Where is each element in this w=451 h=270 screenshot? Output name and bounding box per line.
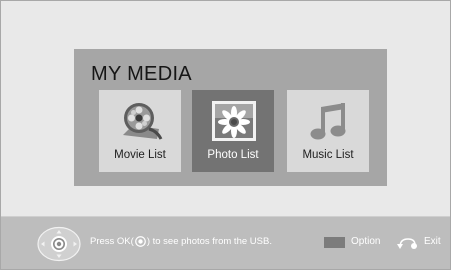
- bottom-help-bar: Press OK( ) to see photos from the USB. …: [1, 216, 450, 269]
- my-media-screen: MY MEDIA Movie List Photo List Music Lis…: [0, 0, 451, 270]
- film-reel-icon: [119, 99, 163, 143]
- exit-label[interactable]: Exit: [424, 236, 441, 247]
- page-title: MY MEDIA: [91, 63, 192, 85]
- option-label[interactable]: Option: [351, 236, 380, 247]
- photo-list-tile[interactable]: Photo List: [192, 90, 274, 172]
- remote-navigation-icon: [37, 226, 81, 262]
- help-hint: Press OK( ) to see photos from the USB.: [90, 236, 272, 247]
- hint-text-before: Press OK(: [90, 236, 134, 247]
- exit-return-icon[interactable]: [397, 233, 419, 251]
- music-list-label: Music List: [302, 149, 354, 161]
- ok-button-icon: [134, 236, 146, 247]
- photo-list-label: Photo List: [207, 149, 259, 161]
- music-list-tile[interactable]: Music List: [287, 90, 369, 172]
- option-key-icon[interactable]: [324, 237, 345, 248]
- my-media-panel: MY MEDIA Movie List Photo List Music Lis…: [74, 49, 387, 186]
- music-note-icon: [310, 103, 346, 140]
- movie-list-tile[interactable]: Movie List: [99, 90, 181, 172]
- hint-text-after: ) to see photos from the USB.: [146, 236, 272, 247]
- flower-photo-icon: [212, 101, 256, 141]
- movie-list-label: Movie List: [114, 149, 166, 161]
